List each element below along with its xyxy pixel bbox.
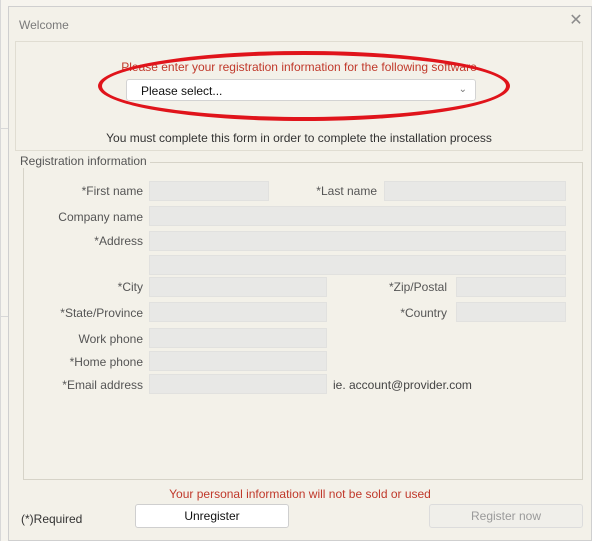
- address-line-2-field[interactable]: [149, 255, 566, 275]
- home-phone-label: *Home phone: [69, 355, 143, 369]
- window-title: Welcome: [19, 18, 69, 32]
- privacy-note: Your personal information will not be so…: [169, 487, 431, 501]
- background-line: [0, 316, 8, 317]
- background-line: [0, 0, 1, 541]
- company-name-field[interactable]: [149, 206, 566, 226]
- required-note: (*)Required: [21, 512, 83, 526]
- close-icon[interactable]: ✕: [569, 13, 583, 29]
- first-name-label: *First name: [81, 184, 143, 198]
- highlight-ellipse: [98, 51, 510, 121]
- home-phone-field[interactable]: [149, 351, 327, 371]
- software-selection-panel: Please enter your registration informati…: [15, 41, 583, 151]
- work-phone-label: Work phone: [78, 332, 143, 346]
- country-field[interactable]: [456, 302, 566, 322]
- email-field[interactable]: [149, 374, 327, 394]
- unregister-button[interactable]: Unregister: [135, 504, 289, 528]
- zip-field[interactable]: [456, 277, 566, 297]
- state-label: *State/Province: [60, 306, 143, 320]
- register-now-button[interactable]: Register now: [429, 504, 583, 528]
- welcome-dialog: Welcome ✕ Please enter your registration…: [8, 6, 592, 541]
- email-hint: ie. account@provider.com: [333, 378, 472, 392]
- background-line: [0, 128, 8, 129]
- city-field[interactable]: [149, 277, 327, 297]
- last-name-field[interactable]: [384, 181, 566, 201]
- registration-group-title: Registration information: [17, 154, 150, 168]
- country-label: *Country: [400, 306, 447, 320]
- state-field[interactable]: [149, 302, 327, 322]
- city-label: *City: [117, 280, 143, 294]
- last-name-label: *Last name: [316, 184, 377, 198]
- title-bar: Welcome ✕: [9, 7, 591, 41]
- work-phone-field[interactable]: [149, 328, 327, 348]
- address-line-1-field[interactable]: [149, 231, 566, 251]
- company-name-label: Company name: [58, 210, 143, 224]
- address-label: *Address: [94, 234, 143, 248]
- email-label: *Email address: [62, 378, 143, 392]
- first-name-field[interactable]: [149, 181, 269, 201]
- installation-notice: You must complete this form in order to …: [106, 131, 492, 145]
- zip-label: *Zip/Postal: [388, 280, 447, 294]
